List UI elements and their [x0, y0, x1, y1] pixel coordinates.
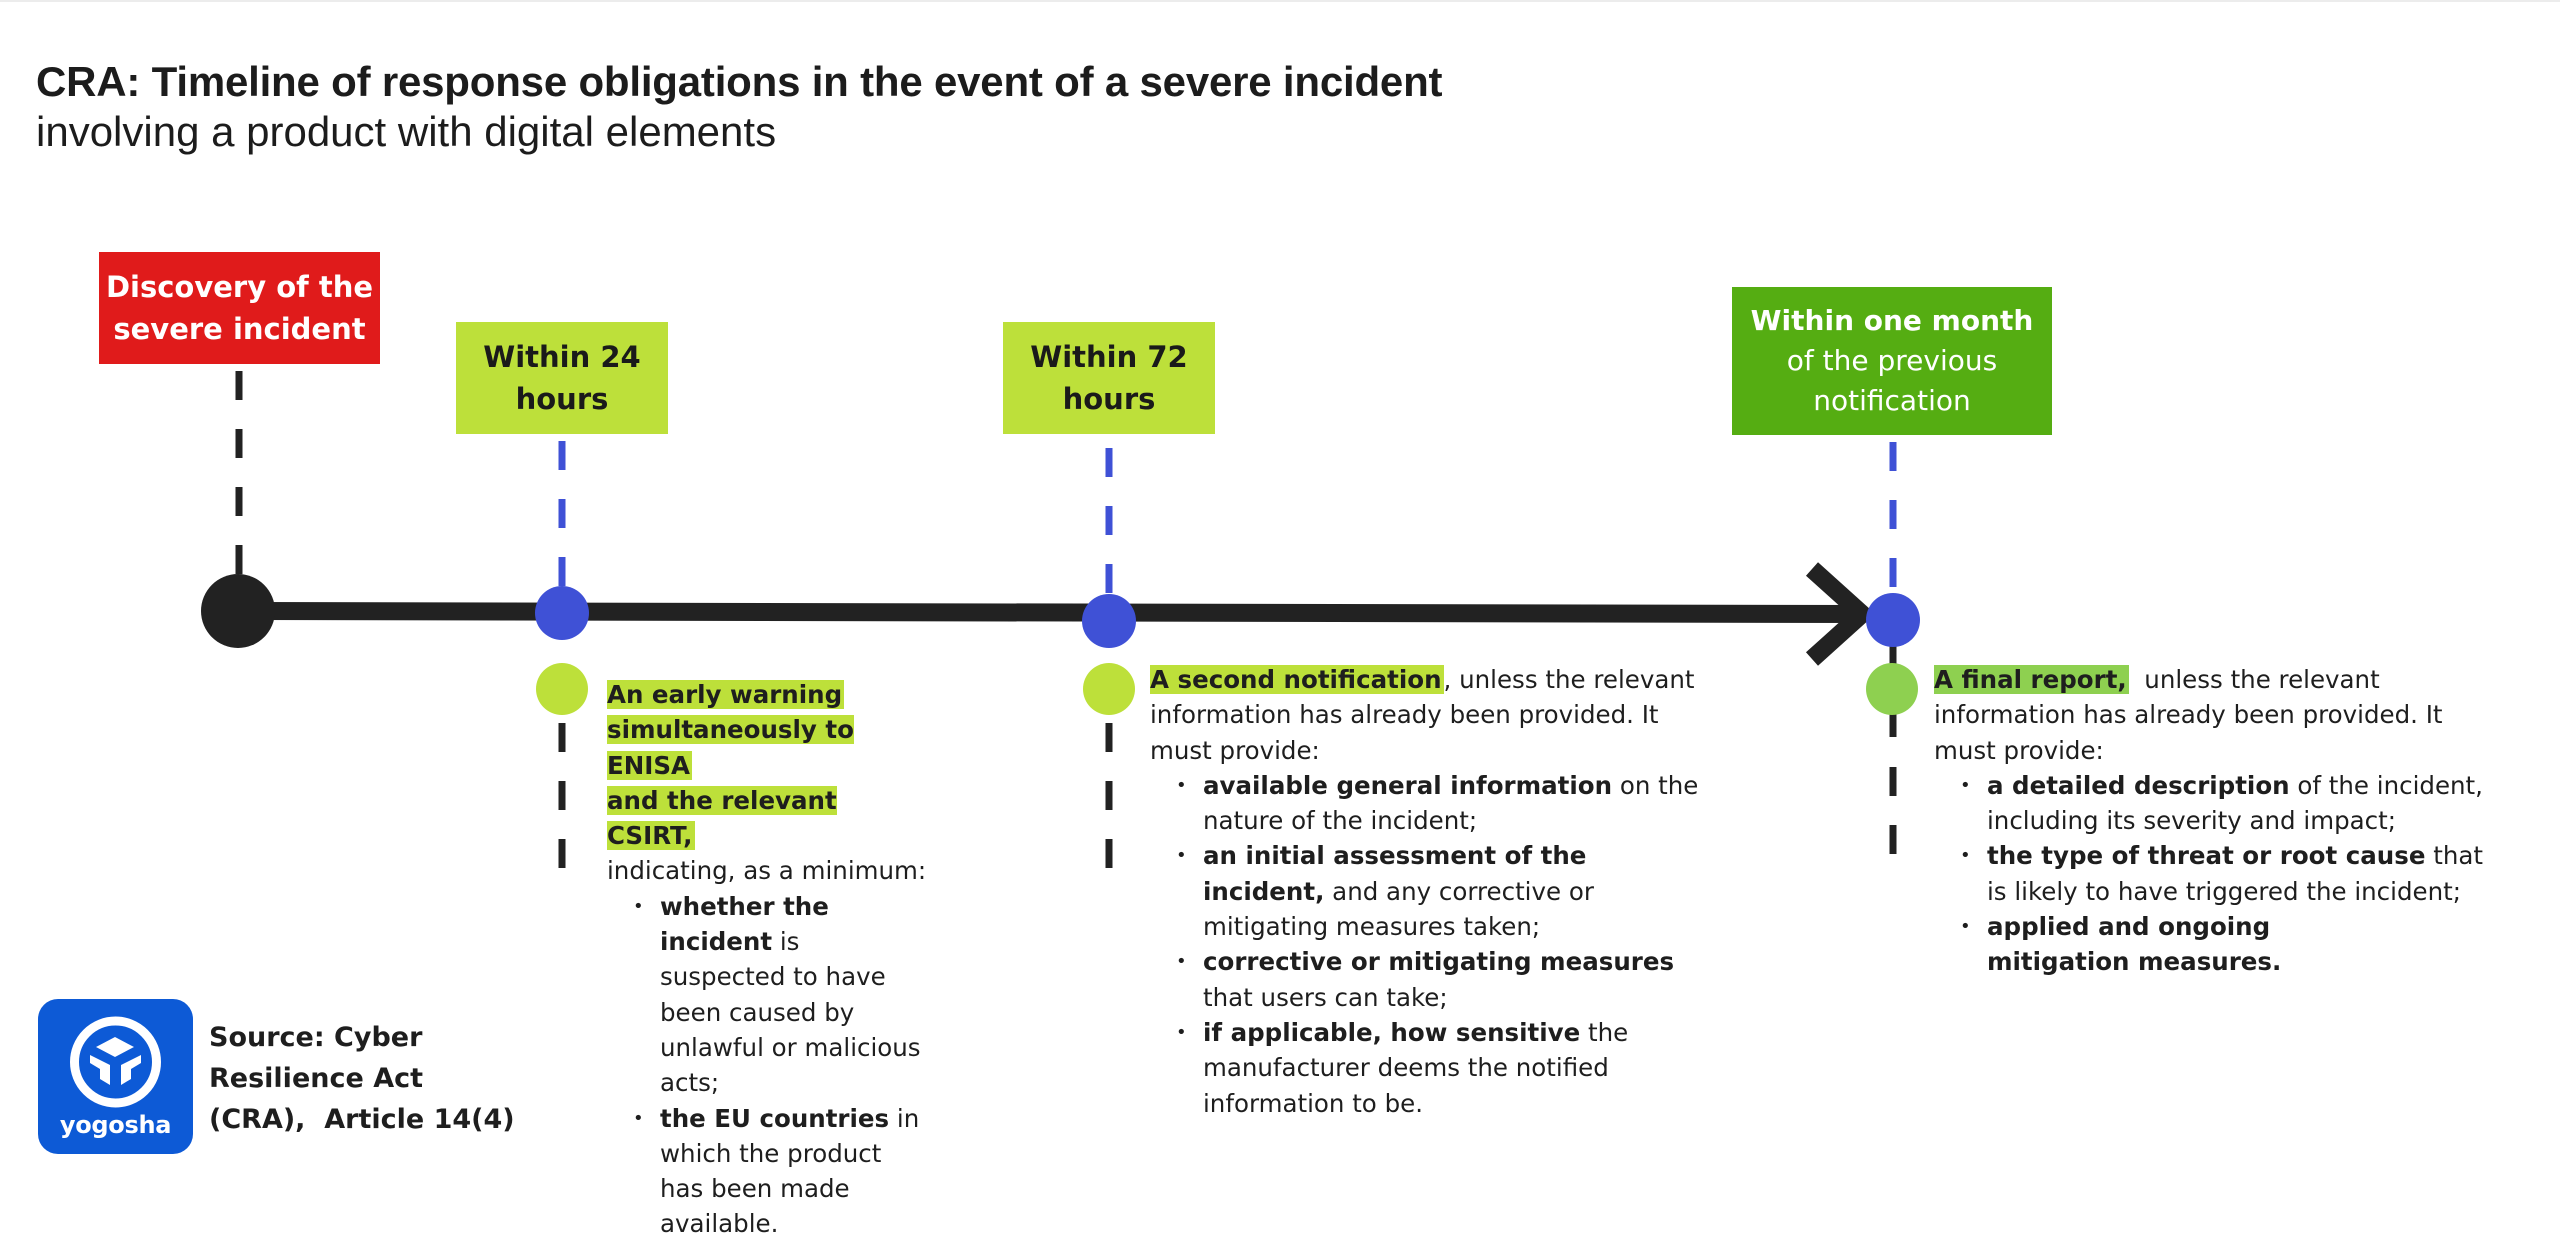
- bullet-bold: a detailed description: [1987, 770, 2290, 800]
- stage-72h-line1: Within 72: [1030, 340, 1188, 374]
- list-item: whether the incident is suspected to hav…: [607, 889, 927, 1101]
- list-item: an initial assessment of the incident, a…: [1150, 838, 1710, 944]
- source-citation: Source: Cyber Resilience Act (CRA), Arti…: [209, 1017, 515, 1140]
- stage-month-line1: Within one month: [1750, 304, 2034, 337]
- bullet-bold: the EU countries: [660, 1103, 890, 1133]
- final-report-list: a detailed description of the incident, …: [1934, 768, 2494, 980]
- bullet-bold: available general information: [1203, 770, 1613, 800]
- early-warning-list: whether the incident is suspected to hav…: [607, 889, 927, 1242]
- stage-one-month-box: Within one month of the previous notific…: [1732, 287, 2052, 435]
- bullet-bold: if applicable, how sensitive: [1203, 1017, 1581, 1047]
- month-node: [1866, 593, 1920, 647]
- final-report-block: A final report, unless the relevant info…: [1934, 662, 2494, 980]
- bullet-bold: whether the incident: [660, 891, 829, 957]
- stage-month-line2: of the previous: [1786, 344, 1998, 377]
- h24-node: [535, 586, 589, 640]
- h24-obligation-node: [536, 663, 588, 715]
- h72-node: [1082, 594, 1136, 648]
- bullet-bold: corrective or mitigating measures: [1203, 947, 1675, 977]
- stage-24h-box: Within 24 hours: [456, 322, 668, 434]
- list-item: the type of threat or root cause that is…: [1934, 838, 2494, 909]
- stage-month-line3: notification: [1813, 384, 1971, 417]
- early-warning-headline-3: and the relevant CSIRT,: [607, 785, 837, 851]
- early-warning-block: An early warning simultaneously to ENISA…: [607, 677, 927, 1242]
- early-warning-headline-2: simultaneously to ENISA: [607, 715, 854, 780]
- source-line-2: Resilience Act: [209, 1063, 423, 1094]
- list-item: corrective or mitigating measures that u…: [1150, 944, 1710, 1015]
- list-item: applied and ongoing mitigation measures.: [1934, 909, 2494, 980]
- final-report-headline: A final report,: [1934, 665, 2129, 694]
- second-notification-list: available general information on the nat…: [1150, 768, 1710, 1121]
- month-obligation-node: [1866, 663, 1918, 715]
- source-line-1: Source: Cyber: [209, 1022, 423, 1053]
- logo-wordmark: yogosha: [59, 1111, 172, 1139]
- early-warning-headline-1: An early warning: [607, 680, 845, 709]
- list-item: the EU countries in which the product ha…: [607, 1101, 927, 1242]
- discovery-node: [201, 574, 275, 648]
- stage-discovery-line2: severe incident: [113, 312, 366, 346]
- second-notification-headline: A second notification: [1150, 665, 1444, 694]
- stage-24h-line1: Within 24: [483, 340, 641, 374]
- source-line-3: (CRA), Article 14(4): [209, 1104, 515, 1135]
- list-item: available general information on the nat…: [1150, 768, 1710, 839]
- bullet-text: that users can take;: [1203, 982, 1448, 1012]
- list-item: a detailed description of the incident, …: [1934, 768, 2494, 839]
- bullet-bold: the type of threat or root cause: [1987, 841, 2426, 871]
- stage-72h-line2: hours: [1062, 382, 1156, 416]
- stage-discovery-line1: Discovery of the: [105, 270, 374, 304]
- stage-72h-box: Within 72 hours: [1003, 322, 1215, 434]
- bullet-bold: applied and ongoing mitigation measures.: [1987, 912, 2282, 977]
- h72-obligation-node: [1083, 663, 1135, 715]
- timeline-axis: [237, 602, 1863, 623]
- yogosha-logo: yogosha: [38, 999, 193, 1154]
- stage-24h-line2: hours: [515, 382, 609, 416]
- early-warning-intro: indicating, as a minimum:: [607, 856, 927, 886]
- stage-discovery-box: Discovery of the severe incident: [99, 252, 380, 364]
- list-item: if applicable, how sensitive the manufac…: [1150, 1015, 1710, 1121]
- second-notification-block: A second notification, unless the releva…: [1150, 662, 1710, 1121]
